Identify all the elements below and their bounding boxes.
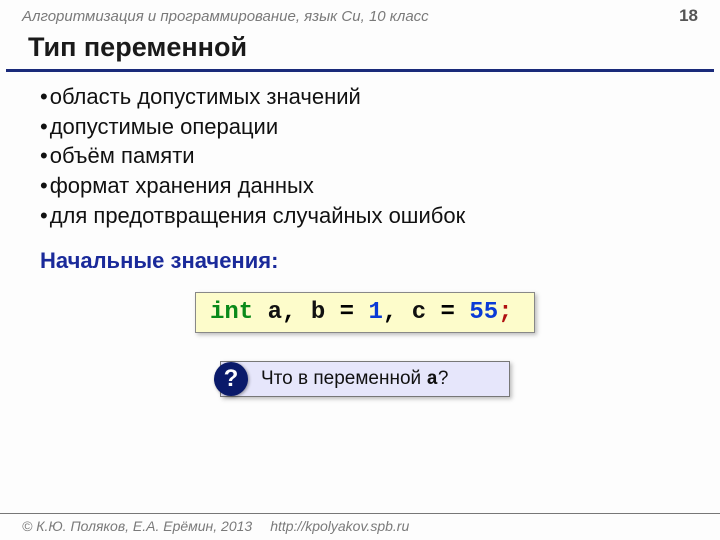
code-var: b [311, 299, 325, 326]
question-icon: ? [214, 362, 248, 396]
code-example: int a, b = 1, c = 55; [195, 292, 535, 333]
list-item: допустимые операции [40, 112, 690, 142]
bullet-list: область допустимых значений допустимые о… [40, 82, 690, 230]
code-var: a [268, 299, 282, 326]
question-var: a [426, 368, 437, 390]
list-item: объём памяти [40, 141, 690, 171]
course-title: Алгоритмизация и программирование, язык … [22, 8, 429, 25]
copyright: © К.Ю. Поляков, Е.А. Ерёмин, 2013 [22, 518, 252, 534]
question-box: Что в переменной a? [220, 361, 510, 397]
code-semicolon: ; [498, 299, 512, 326]
list-item: область допустимых значений [40, 82, 690, 112]
code-number: 1 [368, 299, 382, 326]
footer-url: http://kpolyakov.spb.ru [270, 518, 409, 534]
list-item: формат хранения данных [40, 171, 690, 201]
code-number: 55 [469, 299, 498, 326]
code-keyword-type: int [210, 299, 253, 326]
footer: © К.Ю. Поляков, Е.А. Ерёмин, 2013 http:/… [0, 513, 720, 540]
code-var: c [412, 299, 426, 326]
list-item: для предотвращения случайных ошибок [40, 201, 690, 231]
page-number: 18 [679, 6, 698, 26]
question-text: Что в переменной [261, 368, 426, 389]
section-subhead: Начальные значения: [40, 248, 690, 274]
slide-title: Тип переменной [6, 28, 714, 72]
